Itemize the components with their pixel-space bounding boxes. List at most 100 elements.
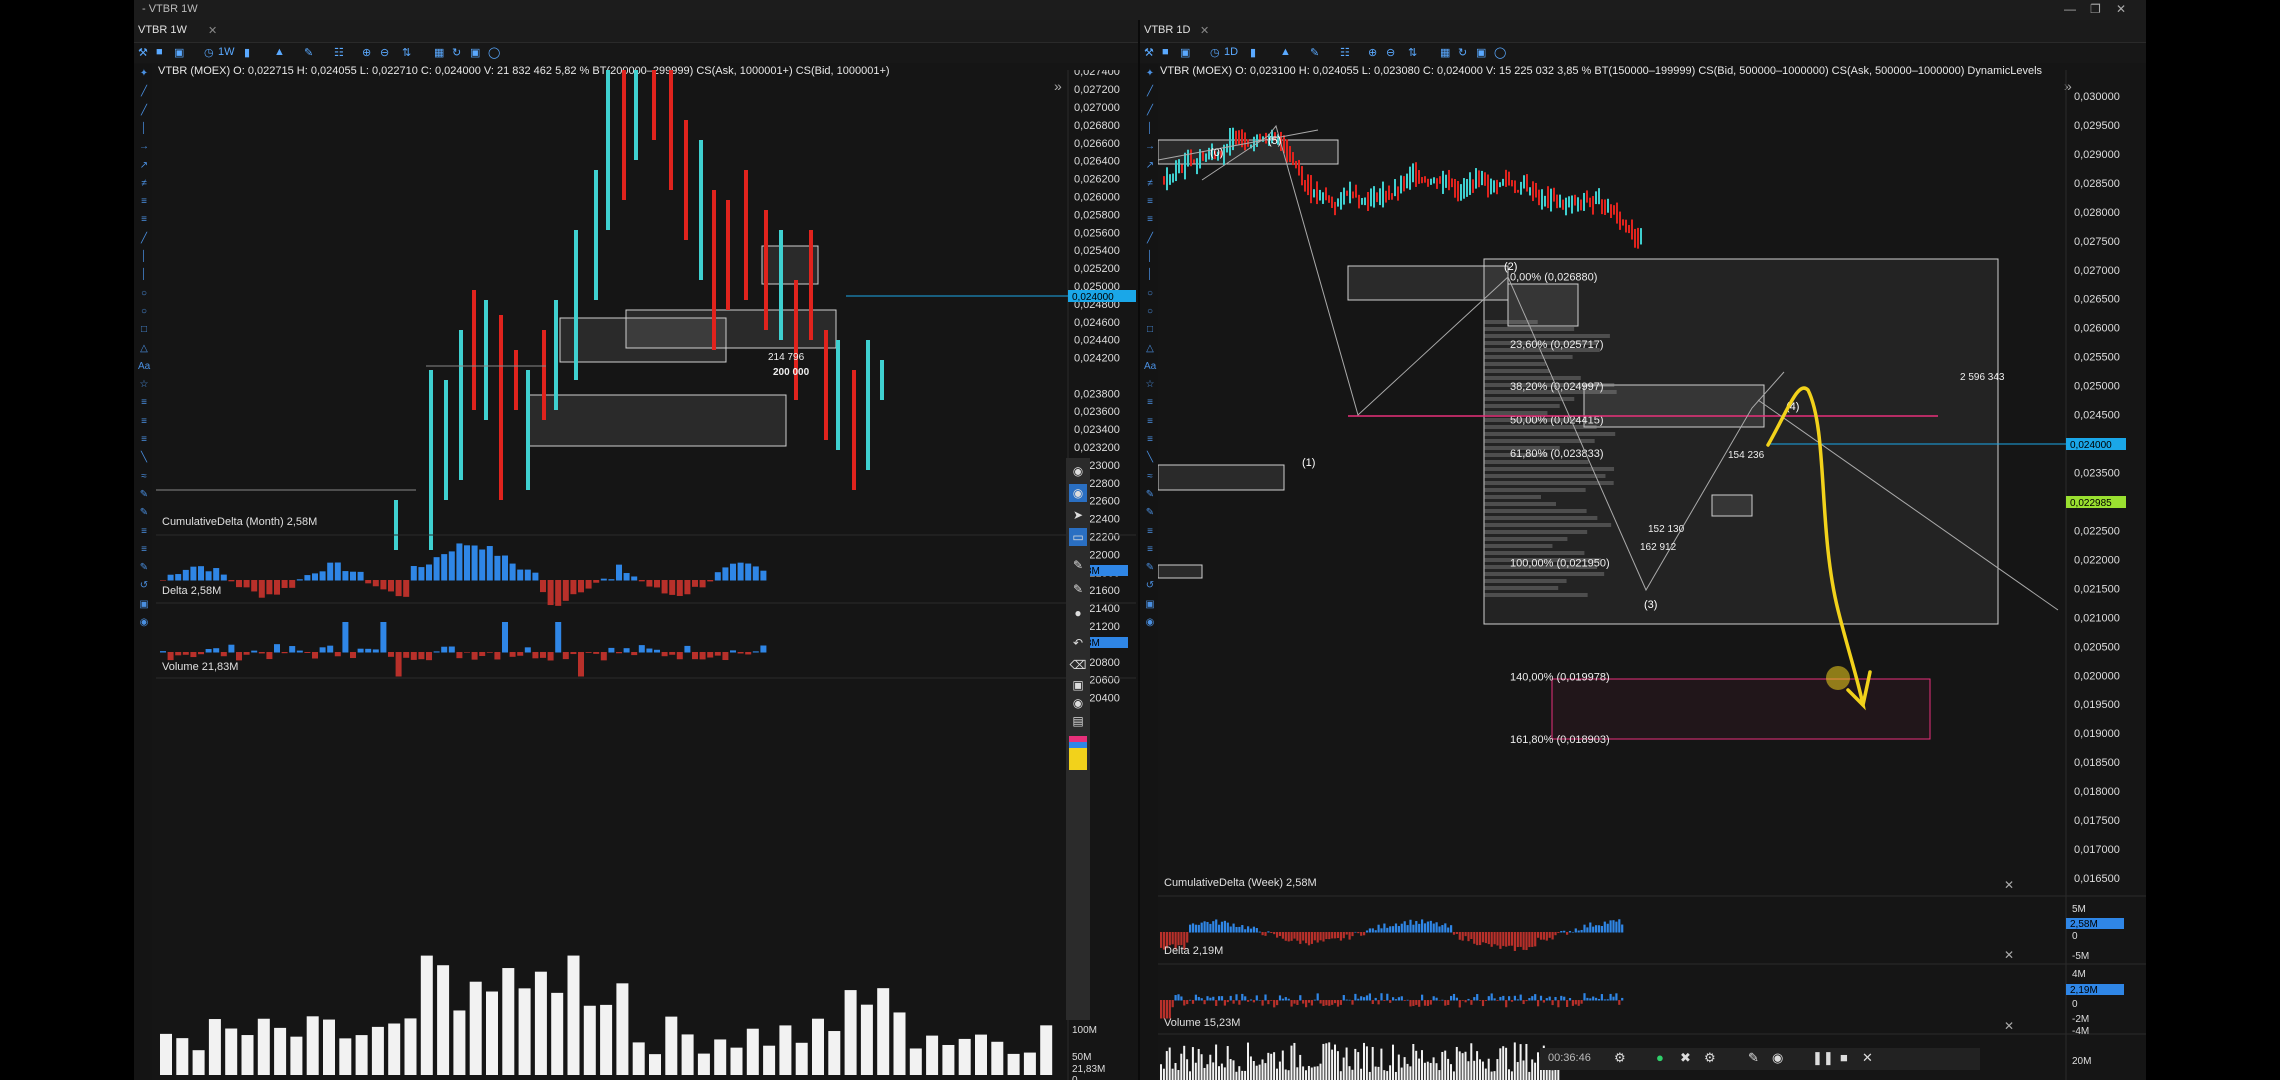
draw-icon[interactable]: ✎ [1310,46,1319,59]
stop-icon[interactable]: ■ [1840,1050,1848,1065]
refresh-icon[interactable]: ↻ [452,46,461,59]
drawing-tool-icon[interactable]: ≡ [138,416,150,427]
drawing-tool-icon[interactable]: Aa [138,361,150,372]
drawing-tool-icon[interactable]: │ [138,269,150,280]
chart-type-icon[interactable]: ▮ [244,46,250,59]
pen-icon[interactable]: ✎ [1748,1050,1759,1066]
drawing-tool-icon[interactable]: ○ [138,306,150,317]
timeframe-clock-icon[interactable]: ◷ [1210,46,1220,59]
drawing-tool-icon[interactable]: ✦ [1144,68,1156,79]
camera-icon[interactable]: ◉ [1772,1050,1783,1066]
drawing-tool-icon[interactable]: ╲ [138,452,150,463]
marker-icon[interactable]: ✎ [1069,580,1087,598]
indicators-icon[interactable]: ▲ [274,46,285,58]
drawing-tool-icon[interactable]: ▣ [138,599,150,610]
microphone-icon[interactable]: ● [1656,1050,1664,1065]
drawing-tool-icon[interactable]: ≡ [138,196,150,207]
zoom-in-icon[interactable]: ⊕ [1368,46,1377,59]
drawing-tool-icon[interactable]: ≠ [138,178,150,189]
eraser-icon[interactable]: ▭ [1069,528,1087,546]
drawing-tool-icon[interactable]: ☆ [1144,379,1156,390]
drawing-tool-icon[interactable]: ✎ [1144,489,1156,500]
instrument-icon[interactable]: ▣ [174,46,184,59]
close-indicator-icon[interactable]: ✕ [2004,1019,2014,1033]
close-indicator-icon[interactable]: ✕ [2004,878,2014,892]
close-recorder-icon[interactable]: ✕ [1862,1050,1873,1066]
pause-icon[interactable]: ❚❚ [1812,1050,1834,1066]
drawing-tool-icon[interactable]: ≡ [138,526,150,537]
instrument-icon[interactable]: ▣ [1180,46,1190,59]
timeframe-select[interactable]: 1D [1224,46,1238,58]
gear-icon[interactable]: ⚙ [1704,1050,1716,1066]
template-icon[interactable]: ☷ [1340,46,1350,59]
drawing-tool-icon[interactable]: ◉ [1144,617,1156,628]
drawing-tool-icon[interactable]: ▣ [1144,599,1156,610]
timeframe-clock-icon[interactable]: ◷ [204,46,214,59]
drawing-tool-icon[interactable]: ≠ [1144,178,1156,189]
indicators-icon[interactable]: ▲ [1280,46,1291,58]
drawing-tool-icon[interactable]: ╱ [1144,233,1156,244]
drawing-tool-icon[interactable]: ↗ [1144,160,1156,171]
save-drawing-icon[interactable]: ▣ [1069,676,1087,694]
mute-icon[interactable]: ✖ [1680,1050,1691,1066]
close-tab-icon[interactable]: ✕ [1200,24,1209,37]
color-yellow-swatch[interactable] [1069,748,1087,770]
drawing-tool-icon[interactable]: → [1144,141,1156,152]
drawing-tool-icon[interactable]: │ [1144,251,1156,262]
drawing-tool-icon[interactable]: △ [138,343,150,354]
drawing-tool-icon[interactable]: ✎ [138,489,150,500]
tools-icon[interactable]: ⚒ [138,46,148,59]
close-indicator-icon[interactable]: ✕ [2004,948,2014,962]
drawing-tool-icon[interactable]: ≡ [138,434,150,445]
lock-icon[interactable]: ◯ [1494,46,1506,59]
chart-type-icon[interactable]: ▮ [1250,46,1256,59]
close-tab-icon[interactable]: ✕ [208,24,217,37]
save-icon[interactable]: ▣ [470,46,480,59]
minimize-icon[interactable]: — [2064,2,2076,16]
layout-icon[interactable]: ▦ [434,46,444,59]
drawing-tool-icon[interactable]: │ [138,251,150,262]
scale-icon[interactable]: ⇅ [1408,46,1417,59]
zoom-out-icon[interactable]: ⊖ [1386,46,1395,59]
left-chart-svg[interactable]: 0,027400 0,027200 0,027000 0,026800 0,026600… [156,70,1136,1080]
dot-icon[interactable]: ● [1069,604,1087,622]
drawing-tool-icon[interactable]: ◉ [138,617,150,628]
drawing-tool-icon[interactable]: ≡ [1144,526,1156,537]
drawing-tool-icon[interactable]: │ [1144,269,1156,280]
drawing-tool-icon[interactable]: ✦ [138,68,150,79]
zoom-out-icon[interactable]: ⊖ [380,46,389,59]
drawing-tool-icon[interactable]: △ [1144,343,1156,354]
zoom-in-icon[interactable]: ⊕ [362,46,371,59]
drawing-tool-icon[interactable]: │ [138,123,150,134]
drawing-tool-icon[interactable]: ≡ [138,214,150,225]
drawing-tool-icon[interactable]: ≈ [138,471,150,482]
save-icon[interactable]: ▣ [1476,46,1486,59]
refresh-icon[interactable]: ↻ [1458,46,1467,59]
drawing-tool-icon[interactable]: ✎ [138,562,150,573]
draw-icon[interactable]: ✎ [304,46,313,59]
pane-splitter[interactable] [1138,20,1140,1080]
drawing-tool-icon[interactable]: ╱ [138,105,150,116]
layout-icon[interactable]: ▦ [1440,46,1450,59]
drawing-tool-icon[interactable]: ○ [138,288,150,299]
recorder-settings-icon[interactable]: ⚙ [1614,1050,1626,1066]
drawing-tool-icon[interactable]: ╱ [1144,105,1156,116]
timeframe-select[interactable]: 1W [218,46,235,58]
lock-icon[interactable]: ◯ [488,46,500,59]
tab-vtbr-1w[interactable]: VTBR 1W [138,24,187,36]
drawing-tool-icon[interactable]: ≡ [1144,214,1156,225]
drawing-tool-icon[interactable]: ≡ [1144,196,1156,207]
pencil-icon[interactable]: ✎ [1069,556,1087,574]
folder-icon[interactable]: ■ [156,46,163,58]
drawing-tool-icon[interactable]: ↺ [1144,580,1156,591]
tab-vtbr-1d[interactable]: VTBR 1D [1144,24,1190,36]
drawing-tool-icon[interactable]: Aa [1144,361,1156,372]
drawing-tool-icon[interactable]: ○ [1144,288,1156,299]
drawing-tool-icon[interactable]: ↗ [138,160,150,171]
pin-icon[interactable]: ◉ [1069,462,1087,480]
drawing-tool-icon[interactable]: ╲ [1144,452,1156,463]
restore-icon[interactable]: ❐ [2090,2,2101,16]
undo-icon[interactable]: ↶ [1069,634,1087,652]
camera-icon[interactable]: ◉ [1069,694,1087,712]
drawing-tool-icon[interactable]: ≡ [138,544,150,555]
